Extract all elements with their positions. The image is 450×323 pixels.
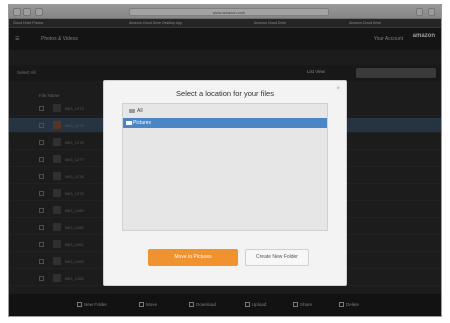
folder-icon [126,121,132,125]
close-icon[interactable]: × [336,86,340,92]
dialog-title: Select a location for your files [176,89,274,98]
folder-tree: All Pictures [122,103,328,231]
move-button[interactable]: Move to Pictures [148,249,238,266]
folder-item-pictures[interactable]: Pictures [123,118,327,128]
folder-icon [129,108,135,113]
select-location-dialog: Select a location for your files × All P… [103,80,347,286]
folder-label: Pictures [133,120,152,126]
folder-label: All [137,108,143,114]
browser-window: www.amazon.com Cloud Drive Photos Amazon… [8,4,442,317]
create-folder-button[interactable]: Create New Folder [245,249,309,266]
folder-item-all[interactable]: All [129,108,143,114]
